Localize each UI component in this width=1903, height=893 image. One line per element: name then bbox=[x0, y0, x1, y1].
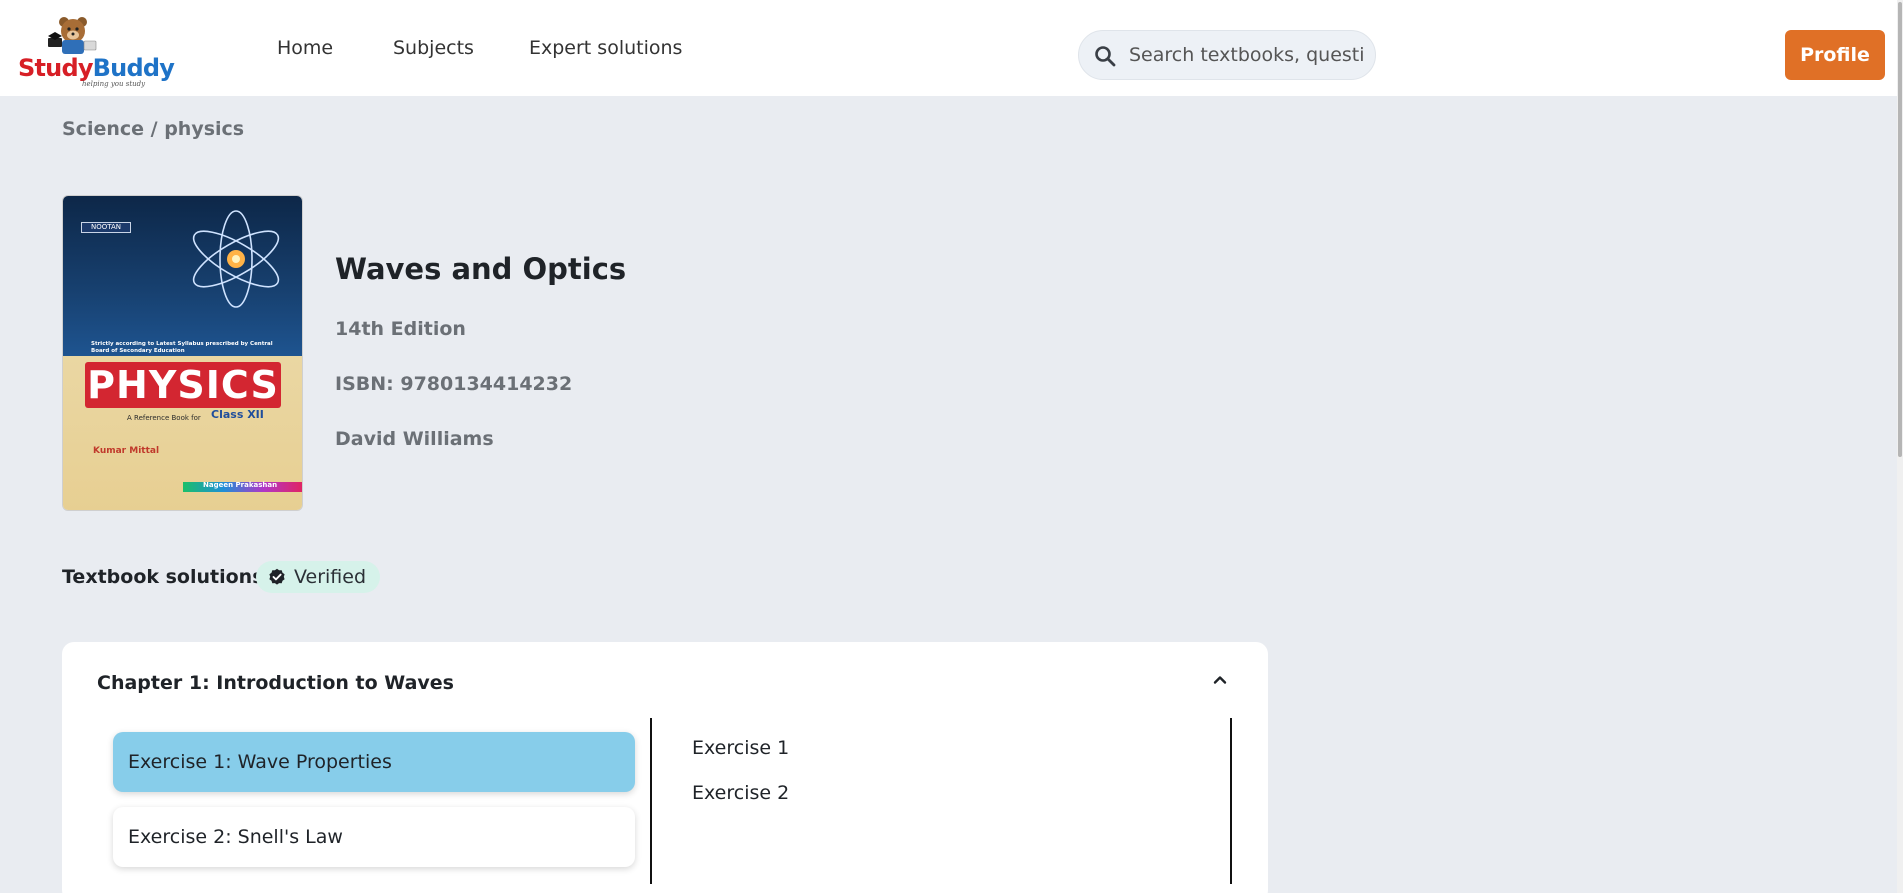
sub-exercise-link[interactable]: Exercise 1 bbox=[692, 737, 789, 759]
profile-button[interactable]: Profile bbox=[1785, 30, 1885, 80]
book-cover-image: NOOTAN Strictly according to Latest Syll… bbox=[62, 195, 303, 511]
cover-syllabus-note: Strictly according to Latest Syllabus pr… bbox=[91, 341, 273, 354]
search-icon bbox=[1095, 46, 1116, 67]
chapter-card: Chapter 1: Introduction to Waves Exercis… bbox=[62, 642, 1268, 893]
cover-class-label: Class XII bbox=[211, 408, 264, 421]
brand-name-part2: Buddy bbox=[92, 54, 175, 82]
cover-title: PHYSICS bbox=[85, 362, 281, 408]
book-author: David Williams bbox=[335, 428, 494, 450]
search-box[interactable] bbox=[1078, 30, 1376, 80]
search-input[interactable] bbox=[1129, 31, 1365, 79]
verified-check-icon bbox=[269, 568, 285, 585]
book-edition: 14th Edition bbox=[335, 318, 466, 340]
cover-badge: NOOTAN bbox=[81, 222, 131, 233]
cover-publisher: Nageen Prakashan bbox=[203, 481, 278, 489]
textbook-solutions-heading: Textbook solutions bbox=[62, 566, 264, 588]
top-header: StudyBuddy helping you study Home Subjec… bbox=[0, 0, 1903, 96]
chapter-title[interactable]: Chapter 1: Introduction to Waves bbox=[97, 672, 454, 694]
book-title: Waves and Optics bbox=[335, 252, 627, 286]
sub-exercise-link[interactable]: Exercise 2 bbox=[692, 782, 789, 804]
brand-name: StudyBuddy bbox=[18, 54, 175, 82]
verified-badge: Verified bbox=[256, 561, 381, 593]
nav-subjects[interactable]: Subjects bbox=[393, 0, 474, 96]
book-isbn: ISBN: 9780134414232 bbox=[335, 373, 573, 395]
panel-divider-right bbox=[1230, 718, 1232, 884]
studybuddy-logo[interactable]: StudyBuddy helping you study bbox=[18, 14, 175, 90]
brand-tagline: helping you study bbox=[82, 80, 146, 88]
breadcrumb[interactable]: Science / physics bbox=[62, 118, 244, 140]
nav-expert-solutions[interactable]: Expert solutions bbox=[529, 0, 682, 96]
page-scrollbar-thumb[interactable] bbox=[1898, 2, 1902, 457]
brand-name-part1: Study bbox=[18, 54, 93, 82]
exercise-item[interactable]: Exercise 2: Snell's Law bbox=[113, 807, 635, 867]
atom-graphic-icon bbox=[192, 210, 280, 308]
nav-home[interactable]: Home bbox=[277, 0, 333, 96]
cover-subtitle: A Reference Book for bbox=[127, 414, 201, 422]
verified-label: Verified bbox=[294, 566, 367, 588]
exercise-item-active[interactable]: Exercise 1: Wave Properties bbox=[113, 732, 635, 792]
chevron-up-icon[interactable] bbox=[1208, 668, 1232, 692]
panel-divider-left bbox=[650, 718, 652, 884]
bear-mascot-icon bbox=[48, 17, 97, 54]
cover-authors: Kumar Mittal bbox=[93, 446, 160, 456]
